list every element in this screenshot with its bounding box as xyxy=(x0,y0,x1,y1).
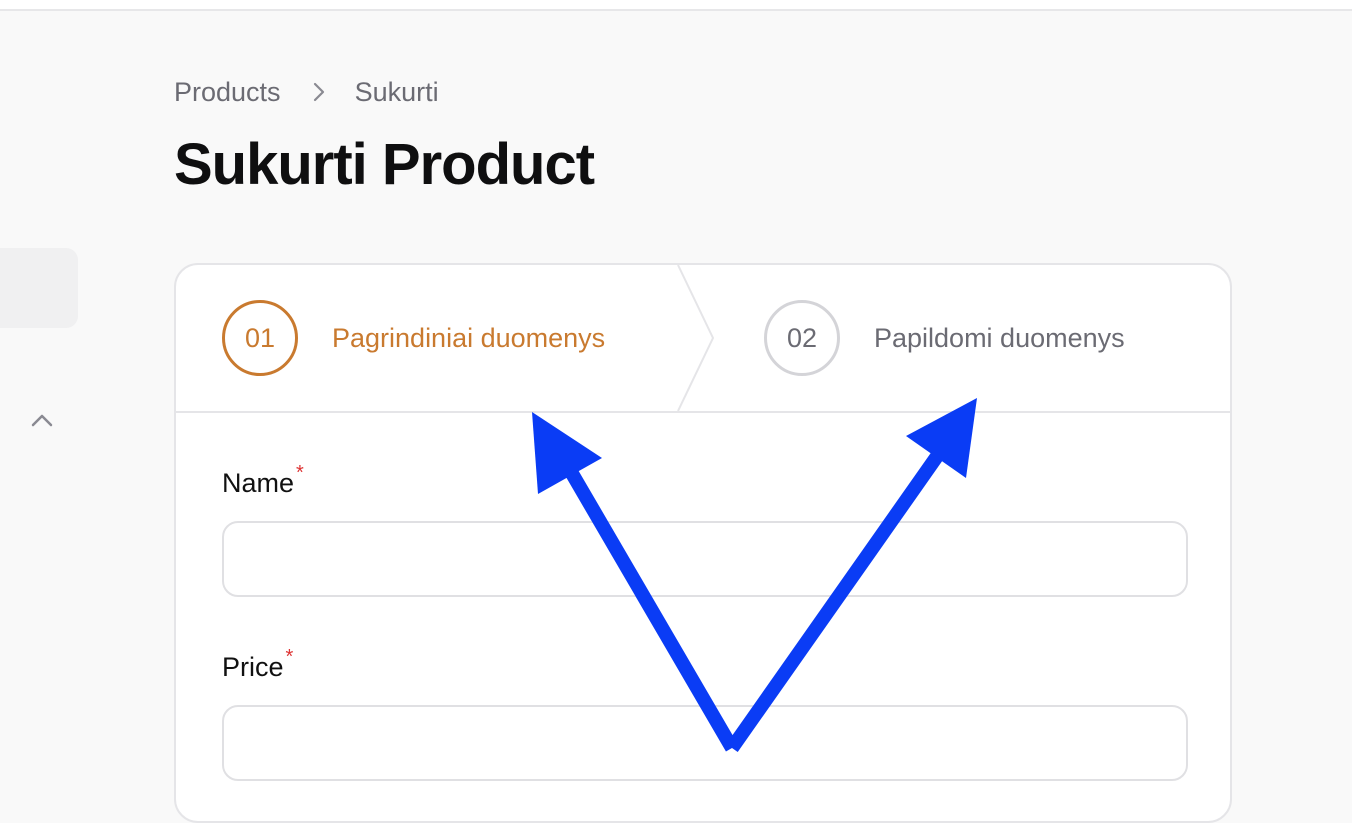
breadcrumb: Products Sukurti xyxy=(174,74,439,110)
chevron-up-icon[interactable] xyxy=(28,408,56,432)
price-input[interactable] xyxy=(222,705,1188,781)
price-field-label: Price * xyxy=(222,646,293,683)
page-title: Sukurti Product xyxy=(174,132,595,197)
name-field-label: Name * xyxy=(222,462,304,499)
step-divider-chevron xyxy=(677,265,715,411)
wizard-step-2[interactable]: 02 Papildomi duomenys xyxy=(764,265,1125,411)
name-input[interactable] xyxy=(222,521,1188,597)
wizard-steps: 01 Pagrindiniai duomenys 02 Papildomi du… xyxy=(176,265,1230,413)
sidebar-item[interactable] xyxy=(0,248,78,328)
wizard-step-1[interactable]: 01 Pagrindiniai duomenys xyxy=(222,265,605,411)
breadcrumb-current: Sukurti xyxy=(354,76,439,107)
required-marker: * xyxy=(285,646,294,668)
chevron-right-icon xyxy=(313,82,324,102)
top-bar xyxy=(0,0,1352,11)
step-number: 01 xyxy=(222,300,298,376)
price-label-text: Price xyxy=(222,652,284,682)
name-label-text: Name xyxy=(222,468,295,498)
wizard-card: 01 Pagrindiniai duomenys 02 Papildomi du… xyxy=(174,263,1232,823)
required-marker: * xyxy=(296,462,304,484)
step-label: Papildomi duomenys xyxy=(874,322,1125,353)
step-label: Pagrindiniai duomenys xyxy=(332,322,606,353)
step-number: 02 xyxy=(764,300,840,376)
breadcrumb-parent-link[interactable]: Products xyxy=(174,77,281,108)
